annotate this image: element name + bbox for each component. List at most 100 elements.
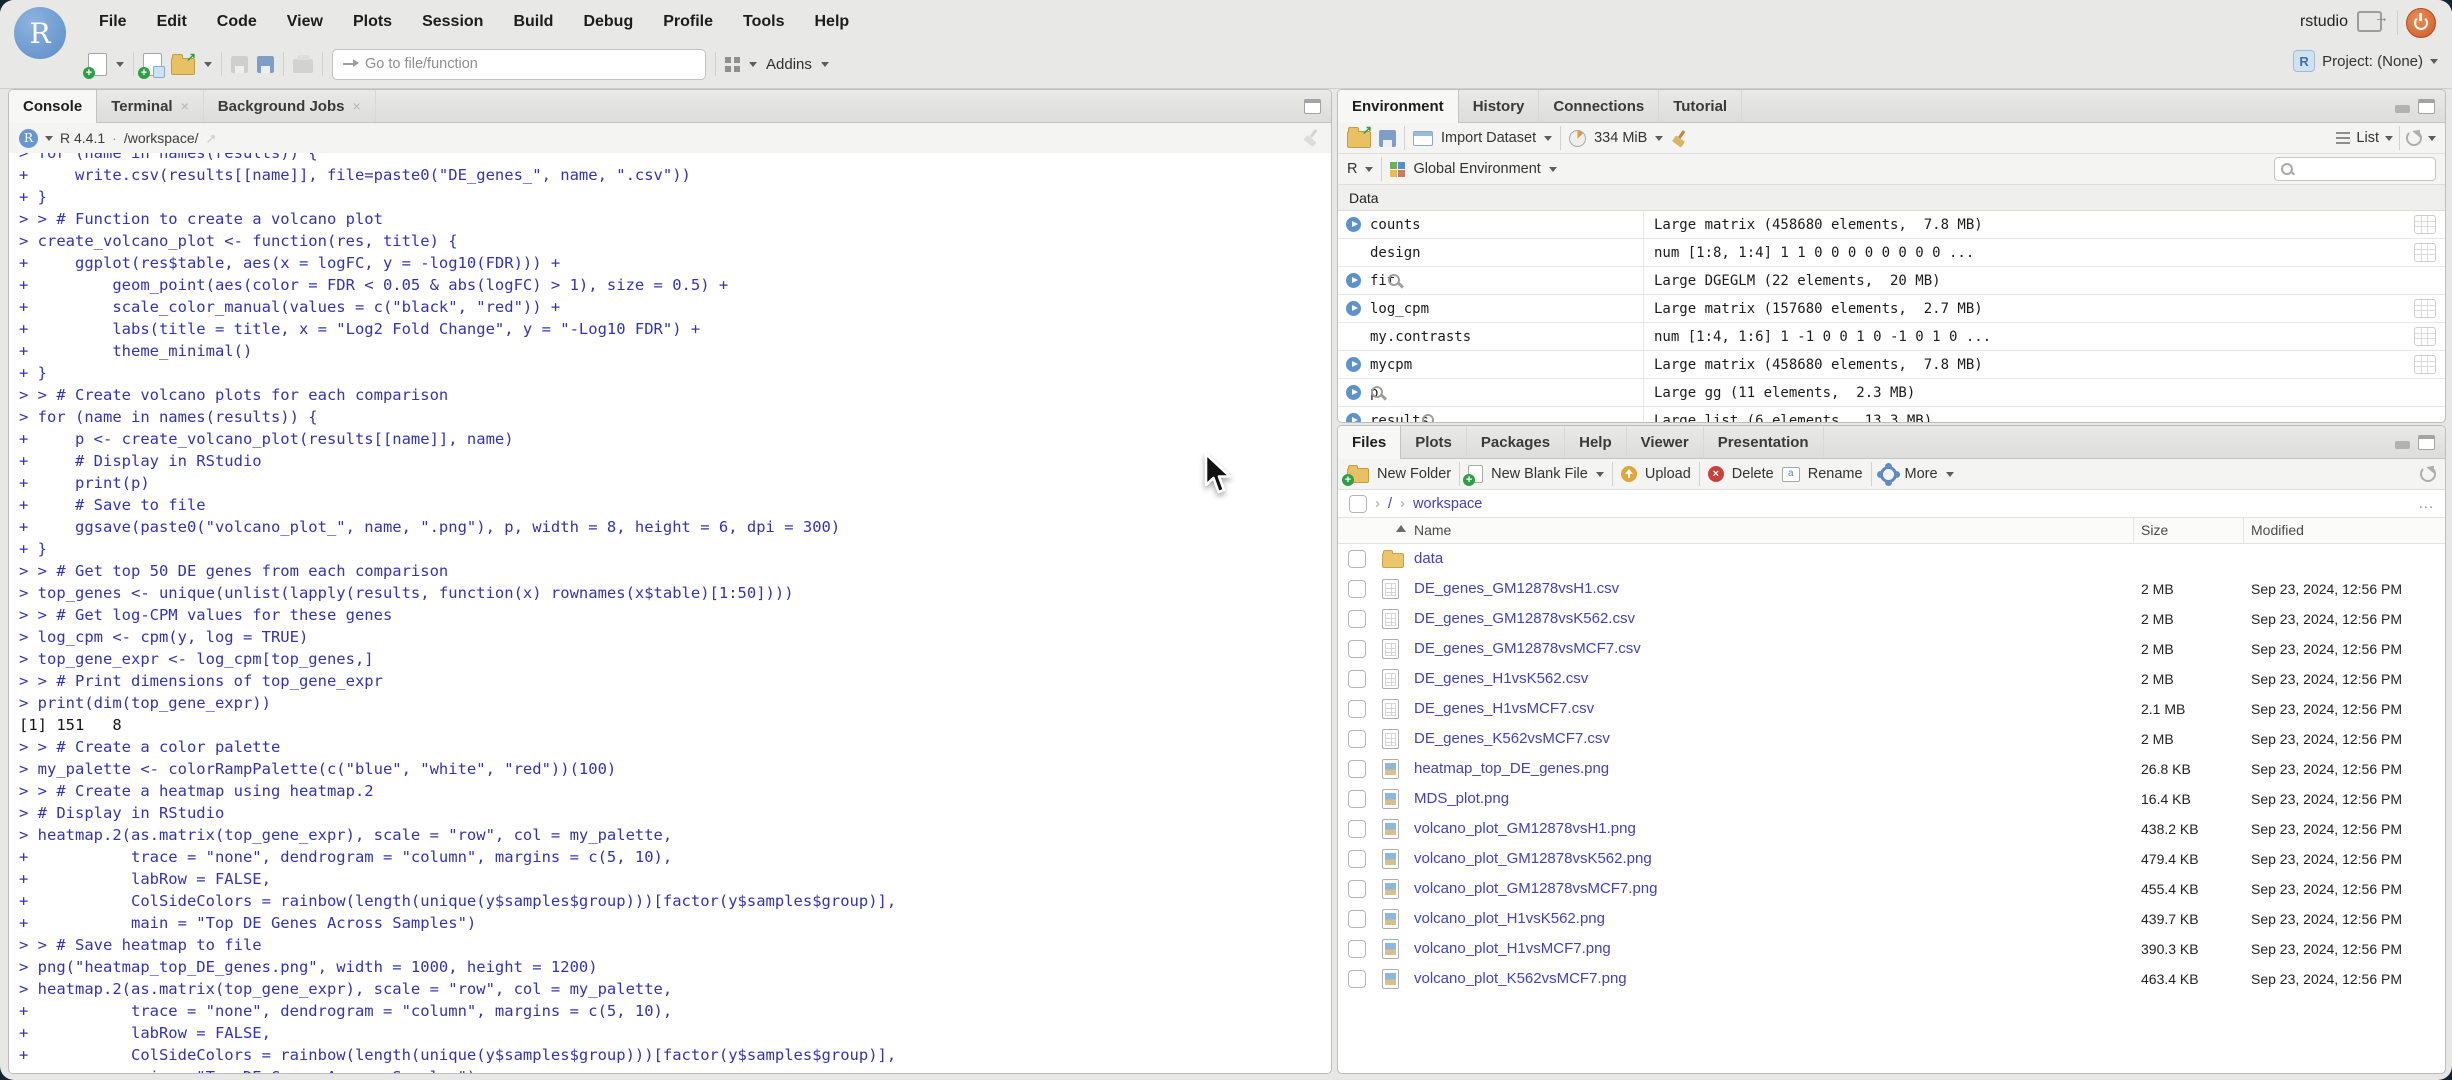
new-project-icon[interactable] — [138, 52, 165, 79]
chevron-down-icon[interactable] — [2385, 135, 2393, 141]
environment-object-counts[interactable]: counts Large matrix (458680 elements, 7.… — [1338, 211, 2445, 239]
environment-object-p[interactable]: p Large gg (11 elements, 2.3 MB) — [1338, 379, 2445, 407]
print-icon[interactable] — [293, 55, 313, 73]
file-name-link[interactable]: volcano_plot_GM12878vsK562.png — [1414, 850, 1652, 867]
file-name-link[interactable]: DE_genes_H1vsK562.csv — [1414, 670, 1588, 687]
console-output-area[interactable]: > for (name in names(results)) {+ write.… — [9, 153, 1331, 1073]
tab-background-jobs[interactable]: Background Jobs — [204, 90, 376, 122]
column-header-name[interactable]: Name — [1414, 522, 1451, 538]
file-name-link[interactable]: DE_genes_K562vsMCF7.csv — [1414, 730, 1610, 747]
tab-files[interactable]: Files — [1338, 426, 1402, 459]
file-row-MDS_plot.png[interactable]: MDS_plot.png 16.4 KB Sep 23, 2024, 12:56… — [1338, 784, 2445, 814]
file-checkbox[interactable] — [1348, 820, 1366, 838]
chevron-down-icon[interactable] — [2428, 135, 2436, 141]
goto-file-input[interactable] — [363, 55, 695, 73]
file-checkbox[interactable] — [1348, 760, 1366, 778]
save-icon[interactable] — [231, 55, 248, 73]
file-row-volcano_plot_H1vsK562.png[interactable]: volcano_plot_H1vsK562.png 439.7 KB Sep 2… — [1338, 904, 2445, 934]
file-checkbox[interactable] — [1348, 790, 1366, 808]
menubar-item-file[interactable]: File — [84, 8, 142, 36]
file-checkbox[interactable] — [1348, 970, 1366, 988]
file-checkbox[interactable] — [1348, 640, 1366, 658]
file-row-DE_genes_GM12878vsH1.csv[interactable]: DE_genes_GM12878vsH1.csv 2 MB Sep 23, 20… — [1338, 574, 2445, 604]
tab-packages[interactable]: Packages — [1467, 426, 1566, 458]
upload-button[interactable]: Upload — [1645, 466, 1691, 482]
refresh-files-icon[interactable] — [2420, 466, 2436, 482]
file-checkbox[interactable] — [1348, 850, 1366, 868]
file-row-volcano_plot_GM12878vsMCF7.png[interactable]: volcano_plot_GM12878vsMCF7.png 455.4 KB … — [1338, 874, 2445, 904]
breadcrumb-ellipsis[interactable]: ... — [2419, 496, 2434, 512]
file-row-volcano_plot_GM12878vsK562.png[interactable]: volcano_plot_GM12878vsK562.png 479.4 KB … — [1338, 844, 2445, 874]
file-row-volcano_plot_GM12878vsH1.png[interactable]: volcano_plot_GM12878vsH1.png 438.2 KB Se… — [1338, 814, 2445, 844]
environment-object-my.contrasts[interactable]: my.contrasts num [1:4, 1:6] 1 -1 0 0 1 0… — [1338, 323, 2445, 351]
menubar-item-plots[interactable]: Plots — [338, 8, 407, 36]
file-name-link[interactable]: DE_genes_GM12878vsK562.csv — [1414, 610, 1635, 627]
language-selector[interactable]: R — [1347, 161, 1357, 177]
file-name-link[interactable]: volcano_plot_H1vsK562.png — [1414, 910, 1605, 927]
clear-console-icon[interactable] — [1303, 129, 1321, 147]
load-workspace-icon[interactable] — [1347, 123, 1372, 148]
chevron-down-icon[interactable] — [45, 135, 53, 141]
tab-connections[interactable]: Connections — [1539, 90, 1660, 122]
file-name-link[interactable]: MDS_plot.png — [1414, 790, 1509, 807]
inspect-object-icon[interactable] — [1386, 272, 1404, 290]
environment-selector[interactable]: Global Environment — [1413, 161, 1540, 177]
maximize-pane-icon[interactable] — [2418, 98, 2435, 114]
memory-usage-label[interactable]: 334 MiB — [1594, 130, 1647, 146]
tab-plots[interactable]: Plots — [1401, 426, 1467, 458]
file-checkbox[interactable] — [1348, 670, 1366, 688]
tab-help[interactable]: Help — [1565, 426, 1627, 458]
expand-object-icon[interactable] — [1346, 385, 1361, 400]
menubar-item-debug[interactable]: Debug — [568, 8, 648, 36]
file-row-volcano_plot_K562vsMCF7.png[interactable]: volcano_plot_K562vsMCF7.png 463.4 KB Sep… — [1338, 964, 2445, 994]
tab-tutorial[interactable]: Tutorial — [1659, 90, 1743, 122]
menubar-item-tools[interactable]: Tools — [728, 8, 799, 36]
tab-console[interactable]: Console — [9, 90, 98, 123]
chevron-down-icon[interactable] — [204, 61, 212, 67]
minimize-pane-icon[interactable] — [2395, 105, 2410, 113]
file-checkbox[interactable] — [1348, 610, 1366, 628]
refresh-icon[interactable] — [2406, 130, 2422, 146]
new-file-icon[interactable] — [83, 52, 107, 79]
environment-object-fit[interactable]: fit Large DGEGLM (22 elements, 20 MB) — [1338, 267, 2445, 295]
file-checkbox[interactable] — [1348, 910, 1366, 928]
file-row-DE_genes_H1vsMCF7.csv[interactable]: DE_genes_H1vsMCF7.csv 2.1 MB Sep 23, 202… — [1338, 694, 2445, 724]
expand-object-icon[interactable] — [1346, 217, 1361, 232]
sign-out-icon[interactable] — [2357, 9, 2389, 32]
tab-terminal[interactable]: Terminal — [97, 90, 204, 122]
tab-environment[interactable]: Environment — [1338, 90, 1459, 123]
chevron-down-icon[interactable] — [1655, 135, 1664, 141]
list-view-button[interactable]: List — [2356, 130, 2379, 146]
menubar-item-build[interactable]: Build — [498, 8, 568, 36]
file-checkbox[interactable] — [1348, 550, 1366, 568]
delete-button[interactable]: Delete — [1732, 466, 1774, 482]
chevron-down-icon[interactable] — [1595, 471, 1604, 477]
workspace-panes-icon[interactable] — [725, 56, 740, 72]
file-checkbox[interactable] — [1348, 940, 1366, 958]
project-menu[interactable]: R Project: (None) — [2293, 50, 2438, 72]
file-name-link[interactable]: volcano_plot_K562vsMCF7.png — [1414, 970, 1627, 987]
chevron-down-icon[interactable] — [116, 61, 124, 67]
new-folder-button[interactable]: New Folder — [1377, 466, 1451, 482]
file-checkbox[interactable] — [1348, 580, 1366, 598]
environment-search-input[interactable] — [2298, 160, 2429, 178]
menubar-item-session[interactable]: Session — [407, 8, 498, 36]
expand-object-icon[interactable] — [1346, 357, 1361, 372]
close-tab-icon[interactable] — [181, 98, 189, 115]
file-name-link[interactable]: heatmap_top_DE_genes.png — [1414, 760, 1609, 777]
expand-object-icon[interactable] — [1346, 413, 1361, 422]
inspect-object-icon[interactable] — [1369, 384, 1387, 402]
file-row-data[interactable]: data — [1338, 544, 2445, 574]
chevron-down-icon[interactable] — [1544, 135, 1553, 141]
file-name-link[interactable]: DE_genes_GM12878vsMCF7.csv — [1414, 640, 1641, 657]
environment-object-mycpm[interactable]: mycpm Large matrix (458680 elements, 7.8… — [1338, 351, 2445, 379]
file-name-link[interactable]: volcano_plot_GM12878vsMCF7.png — [1414, 880, 1657, 897]
file-row-DE_genes_H1vsK562.csv[interactable]: DE_genes_H1vsK562.csv 2 MB Sep 23, 2024,… — [1338, 664, 2445, 694]
select-all-checkbox[interactable] — [1349, 494, 1367, 513]
chevron-down-icon[interactable] — [749, 61, 757, 67]
chevron-down-icon[interactable] — [820, 61, 829, 67]
menubar-item-view[interactable]: View — [272, 8, 338, 36]
chevron-down-icon[interactable] — [1365, 166, 1374, 172]
save-workspace-icon[interactable] — [1379, 129, 1396, 147]
table-view-icon[interactable] — [2414, 327, 2436, 346]
